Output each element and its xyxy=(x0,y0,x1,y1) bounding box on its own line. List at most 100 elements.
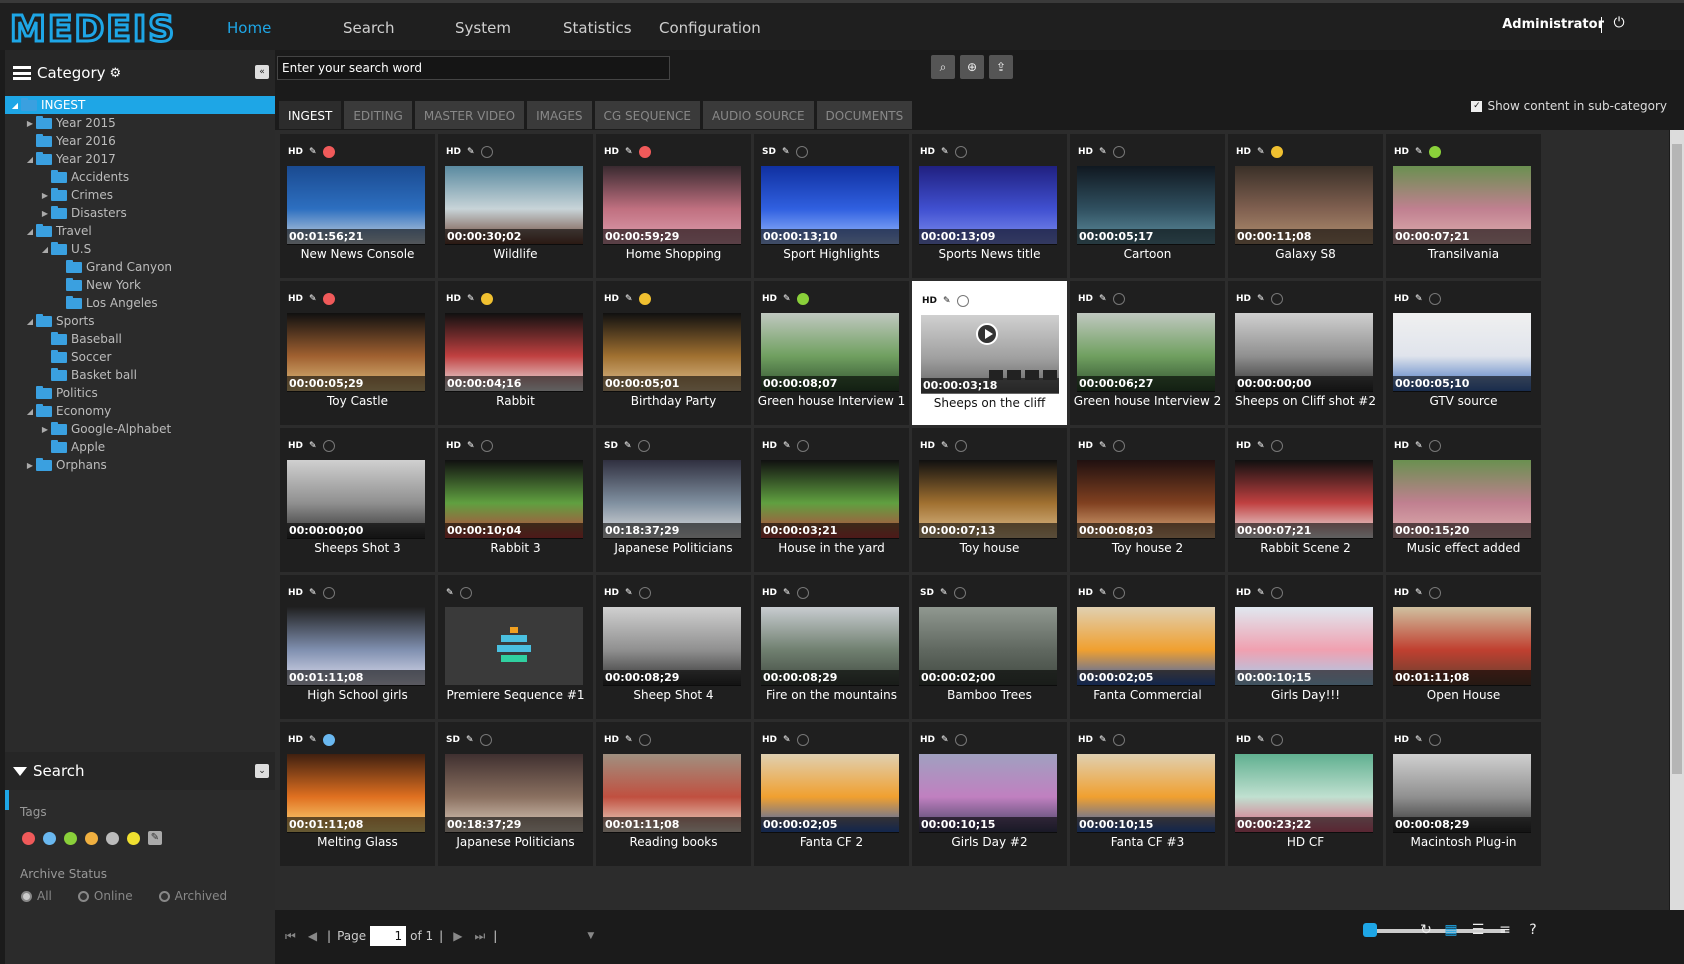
media-card[interactable]: HD ✎ 00:00:08;07 Green house Interview 1 xyxy=(754,281,909,425)
media-card[interactable]: HD ✎ 00:00:15;20 Music effect added xyxy=(1386,428,1541,572)
tag-color-dot[interactable] xyxy=(106,831,119,845)
nav-statistics[interactable]: Statistics xyxy=(563,19,632,37)
media-card[interactable]: HD ✎ 00:00:23;22 HD CF xyxy=(1228,722,1383,866)
media-card[interactable]: HD ✎ 00:00:08;29 Sheep Shot 4 xyxy=(596,575,751,719)
radio-circle[interactable] xyxy=(21,890,32,902)
tag-status-icon[interactable] xyxy=(1270,146,1283,158)
caret-right-icon[interactable]: ▶ xyxy=(39,425,51,434)
gear-icon[interactable]: ⚙ xyxy=(110,66,122,81)
search-button[interactable]: ⌕ xyxy=(931,55,955,79)
tree-item[interactable]: Grand Canyon xyxy=(5,258,275,276)
media-card[interactable]: HD ✎ 00:00:05;10 GTV source xyxy=(1386,281,1541,425)
upload-button[interactable]: ⇪ xyxy=(989,55,1013,79)
media-card[interactable]: HD ✎ 00:01:11;08 High School girls xyxy=(280,575,435,719)
archive-radio-archived[interactable]: Archived xyxy=(158,889,227,903)
media-card[interactable]: HD ✎ 00:00:10;04 Rabbit 3 xyxy=(438,428,593,572)
tree-item[interactable]: ▶ Year 2015 xyxy=(5,114,275,132)
tag-status-icon[interactable] xyxy=(480,293,493,305)
media-card[interactable]: HD ✎ 00:00:00;00 Sheeps on Cliff shot #2 xyxy=(1228,281,1383,425)
tag-status-icon[interactable] xyxy=(1270,293,1283,305)
copy-icon[interactable] xyxy=(1007,370,1021,380)
tag-status-icon[interactable] xyxy=(1428,146,1441,158)
tree-item[interactable]: Accidents xyxy=(5,168,275,186)
media-card[interactable]: HD ✎ 00:00:03;21 House in the yard xyxy=(754,428,909,572)
detail-view-icon[interactable]: ≡ xyxy=(1497,922,1513,938)
media-card[interactable]: HD ✎ 00:00:08;03 Toy house 2 xyxy=(1070,428,1225,572)
prev-page-icon[interactable]: ◀ xyxy=(308,929,317,943)
grid-view-icon[interactable]: ▦ xyxy=(1443,922,1459,938)
media-card[interactable]: SD ✎ 00:18:37;29 Japanese Politicians xyxy=(596,428,751,572)
subcategory-toggle[interactable]: ✓ Show content in sub-category xyxy=(1471,99,1667,113)
caret-down-icon[interactable]: ◢ xyxy=(39,245,51,254)
tab-editing[interactable]: EDITING xyxy=(344,101,412,129)
tab-audio-source[interactable]: AUDIO SOURCE xyxy=(702,101,814,129)
tree-item[interactable]: ◢ U.S xyxy=(5,240,275,258)
refresh-icon[interactable]: ↻ xyxy=(1418,922,1434,938)
tag-status-icon[interactable] xyxy=(322,146,335,158)
media-card[interactable]: SD ✎ 00:00:02;00 Bamboo Trees xyxy=(912,575,1067,719)
tag-status-icon[interactable] xyxy=(796,440,809,452)
tag-status-icon[interactable] xyxy=(638,293,651,305)
media-card[interactable]: HD ✎ 00:00:08;29 Fire on the mountains xyxy=(754,575,909,719)
tag-status-icon[interactable] xyxy=(322,293,335,305)
media-card[interactable]: HD ✎ 00:00:02;05 Fanta CF 2 xyxy=(754,722,909,866)
media-card[interactable]: HD ✎ 00:00:30;02 Wildlife xyxy=(438,134,593,278)
help-icon[interactable]: ? xyxy=(1525,922,1541,938)
tag-status-icon[interactable] xyxy=(1112,146,1125,158)
tag-status-icon[interactable] xyxy=(1112,734,1125,746)
tag-status-icon[interactable] xyxy=(1428,440,1441,452)
tab-cg-sequence[interactable]: CG SEQUENCE xyxy=(594,101,700,129)
tag-status-icon[interactable] xyxy=(954,146,967,158)
tag-status-icon[interactable] xyxy=(954,734,967,746)
next-page-icon[interactable]: ▶ xyxy=(453,929,462,943)
archive-radio-online[interactable]: Online xyxy=(77,889,133,903)
tag-status-icon[interactable] xyxy=(638,146,651,158)
medeis-logo[interactable]: MEDEIS xyxy=(10,11,200,45)
tag-status-icon[interactable] xyxy=(796,734,809,746)
tag-color-dot[interactable] xyxy=(127,831,140,845)
tree-item[interactable]: Apple xyxy=(5,438,275,456)
tag-color-dot[interactable] xyxy=(22,831,35,845)
tree-item[interactable]: ◢ Sports xyxy=(5,312,275,330)
tree-item[interactable]: Basket ball xyxy=(5,366,275,384)
media-card[interactable]: HD ✎ 00:00:03;18 Sheeps on the cliff xyxy=(912,281,1067,425)
caret-right-icon[interactable]: ▶ xyxy=(39,191,51,200)
tag-status-icon[interactable] xyxy=(638,587,651,599)
tree-item[interactable]: ▶ Disasters xyxy=(5,204,275,222)
media-card[interactable]: HD ✎ 00:00:00;00 Sheeps Shot 3 xyxy=(280,428,435,572)
tree-item[interactable]: ▶ Google-Alphabet xyxy=(5,420,275,438)
tab-master-video[interactable]: MASTER VIDEO xyxy=(414,101,525,129)
media-card[interactable]: HD ✎ 00:01:11;08 Reading books xyxy=(596,722,751,866)
media-card[interactable]: HD ✎ 00:00:02;05 Fanta Commercial xyxy=(1070,575,1225,719)
checkbox-checked-icon[interactable]: ✓ xyxy=(1471,100,1483,112)
tag-status-icon[interactable] xyxy=(1112,440,1125,452)
nav-search[interactable]: Search xyxy=(343,19,395,37)
tag-status-icon[interactable] xyxy=(954,440,967,452)
menu-icon[interactable] xyxy=(989,370,1003,380)
media-card[interactable]: HD ✎ 00:00:07;13 Toy house xyxy=(912,428,1067,572)
collapse-left-button[interactable]: « xyxy=(255,65,269,79)
media-card[interactable]: SD ✎ 00:18:37;29 Japanese Politicians xyxy=(438,722,593,866)
tree-item[interactable]: ◢ Travel xyxy=(5,222,275,240)
caret-right-icon[interactable]: ▶ xyxy=(39,209,51,218)
caret-down-icon[interactable]: ◢ xyxy=(24,155,36,164)
tag-status-icon[interactable] xyxy=(1270,587,1283,599)
caret-right-icon[interactable]: ▶ xyxy=(24,461,36,470)
media-card[interactable]: HD ✎ 00:00:08;29 Macintosh Plug-in xyxy=(1386,722,1541,866)
tag-status-icon[interactable] xyxy=(459,587,472,599)
tag-status-icon[interactable] xyxy=(637,440,650,452)
nav-home[interactable]: Home xyxy=(227,19,271,37)
tag-status-icon[interactable] xyxy=(1112,293,1125,305)
tree-item[interactable]: ◢ Year 2017 xyxy=(5,150,275,168)
search-input[interactable]: Enter your search word xyxy=(277,56,670,80)
caret-right-icon[interactable]: ▶ xyxy=(24,119,36,128)
tree-item[interactable]: New York xyxy=(5,276,275,294)
caret-down-icon[interactable]: ◢ xyxy=(9,101,21,110)
nav-system[interactable]: System xyxy=(455,19,511,37)
media-card[interactable]: HD ✎ 00:00:07;21 Rabbit Scene 2 xyxy=(1228,428,1383,572)
nav-configuration[interactable]: Configuration xyxy=(659,19,761,37)
tag-status-icon[interactable] xyxy=(322,587,335,599)
tag-status-icon[interactable] xyxy=(479,734,492,746)
tree-item[interactable]: ◢ Economy xyxy=(5,402,275,420)
tag-status-icon[interactable] xyxy=(1270,734,1283,746)
